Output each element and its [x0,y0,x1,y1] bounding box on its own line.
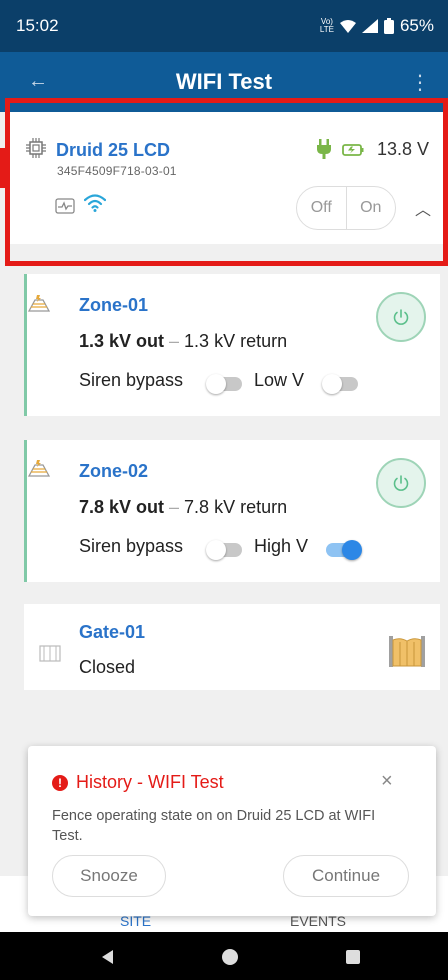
switch-knob [322,374,342,394]
high-v-switch[interactable] [326,540,362,560]
gate-closed-icon [389,636,425,667]
chip-icon [26,138,46,158]
battery-charging-icon [342,144,364,156]
switch-knob [206,540,226,560]
plug-icon [317,139,331,159]
gate-status: Closed [79,657,136,677]
chevron-up-icon[interactable]: ︿ [415,196,431,220]
notification-message: Fence operating state on on Druid 25 LCD… [52,808,376,844]
gate-name[interactable]: Gate-01 [79,622,145,643]
high-v-label: High V [254,536,309,556]
zone-return-voltage: 1.3 kV return [184,331,288,351]
volte-indicator: Vo) LTE [319,17,334,34]
low-v-label: Low V [254,370,305,390]
siren-bypass-label: Siren bypass [79,536,184,556]
device-name[interactable]: Druid 25 LCD [56,140,170,161]
zone-name[interactable]: Zone-02 [79,461,148,482]
more-vert-icon[interactable]: ⋮ [410,70,430,95]
gate-icon [39,645,61,662]
notification-title-text: History - WIFI Test [76,772,224,792]
graph-icon[interactable] [55,198,75,214]
system-home-icon[interactable] [222,949,238,965]
power-button[interactable] [376,292,426,342]
back-arrow-icon[interactable]: ← [28,70,48,93]
wifi-full-icon [339,19,356,33]
on-button[interactable]: On [347,187,396,229]
fence-zone-icon [28,460,50,477]
app-bar: ← WIFI Test ⋮ [0,52,448,112]
zone-return-voltage: 7.8 kV return [184,497,288,517]
system-recents-icon[interactable] [346,950,360,964]
power-icon [393,475,409,491]
battery-percent: 65% [399,16,434,35]
battery-icon [383,18,394,34]
zone-out-voltage: 7.8 kV out [79,497,165,517]
zone-voltage-line: 1.3 kV out –1.3 kV return [79,331,287,352]
status-bar: 15:02 Vo) LTE 65% [0,0,448,52]
status-icons: Vo) LTE 65% [320,16,434,36]
power-icon [393,309,409,325]
low-v-switch[interactable] [322,374,358,394]
highlight-tab [0,148,6,188]
siren-bypass-label: Siren bypass [79,370,184,390]
device-voltage: 13.8 V [377,139,430,159]
alert-icon: ! [52,774,68,791]
wifi-icon [84,194,106,212]
voltage-separator: – [169,331,180,351]
siren-bypass-switch[interactable] [206,540,242,560]
power-button[interactable] [376,458,426,508]
device-serial: 345F4509F718-03-01 [57,164,177,178]
switch-knob [206,374,226,394]
signal-icon [361,19,378,33]
off-on-toggle: Off On [296,186,396,230]
zone-voltage-line: 7.8 kV out –7.8 kV return [79,497,287,518]
voltage-separator: – [169,497,180,517]
page-title: WIFI Test [175,69,273,94]
zone-out-voltage: 1.3 kV out [79,331,165,351]
snooze-button[interactable]: Snooze [52,855,166,897]
switch-knob [342,540,362,560]
close-icon[interactable]: × [381,770,393,793]
notification-title: ! History - WIFI Test [52,772,224,793]
fence-zone-icon [28,295,50,312]
zone-name[interactable]: Zone-01 [79,295,148,316]
siren-bypass-switch[interactable] [206,374,242,394]
status-time: 15:02 [16,16,59,35]
system-back-icon[interactable] [102,950,113,964]
off-button[interactable]: Off [297,187,346,229]
continue-button[interactable]: Continue [283,855,409,897]
